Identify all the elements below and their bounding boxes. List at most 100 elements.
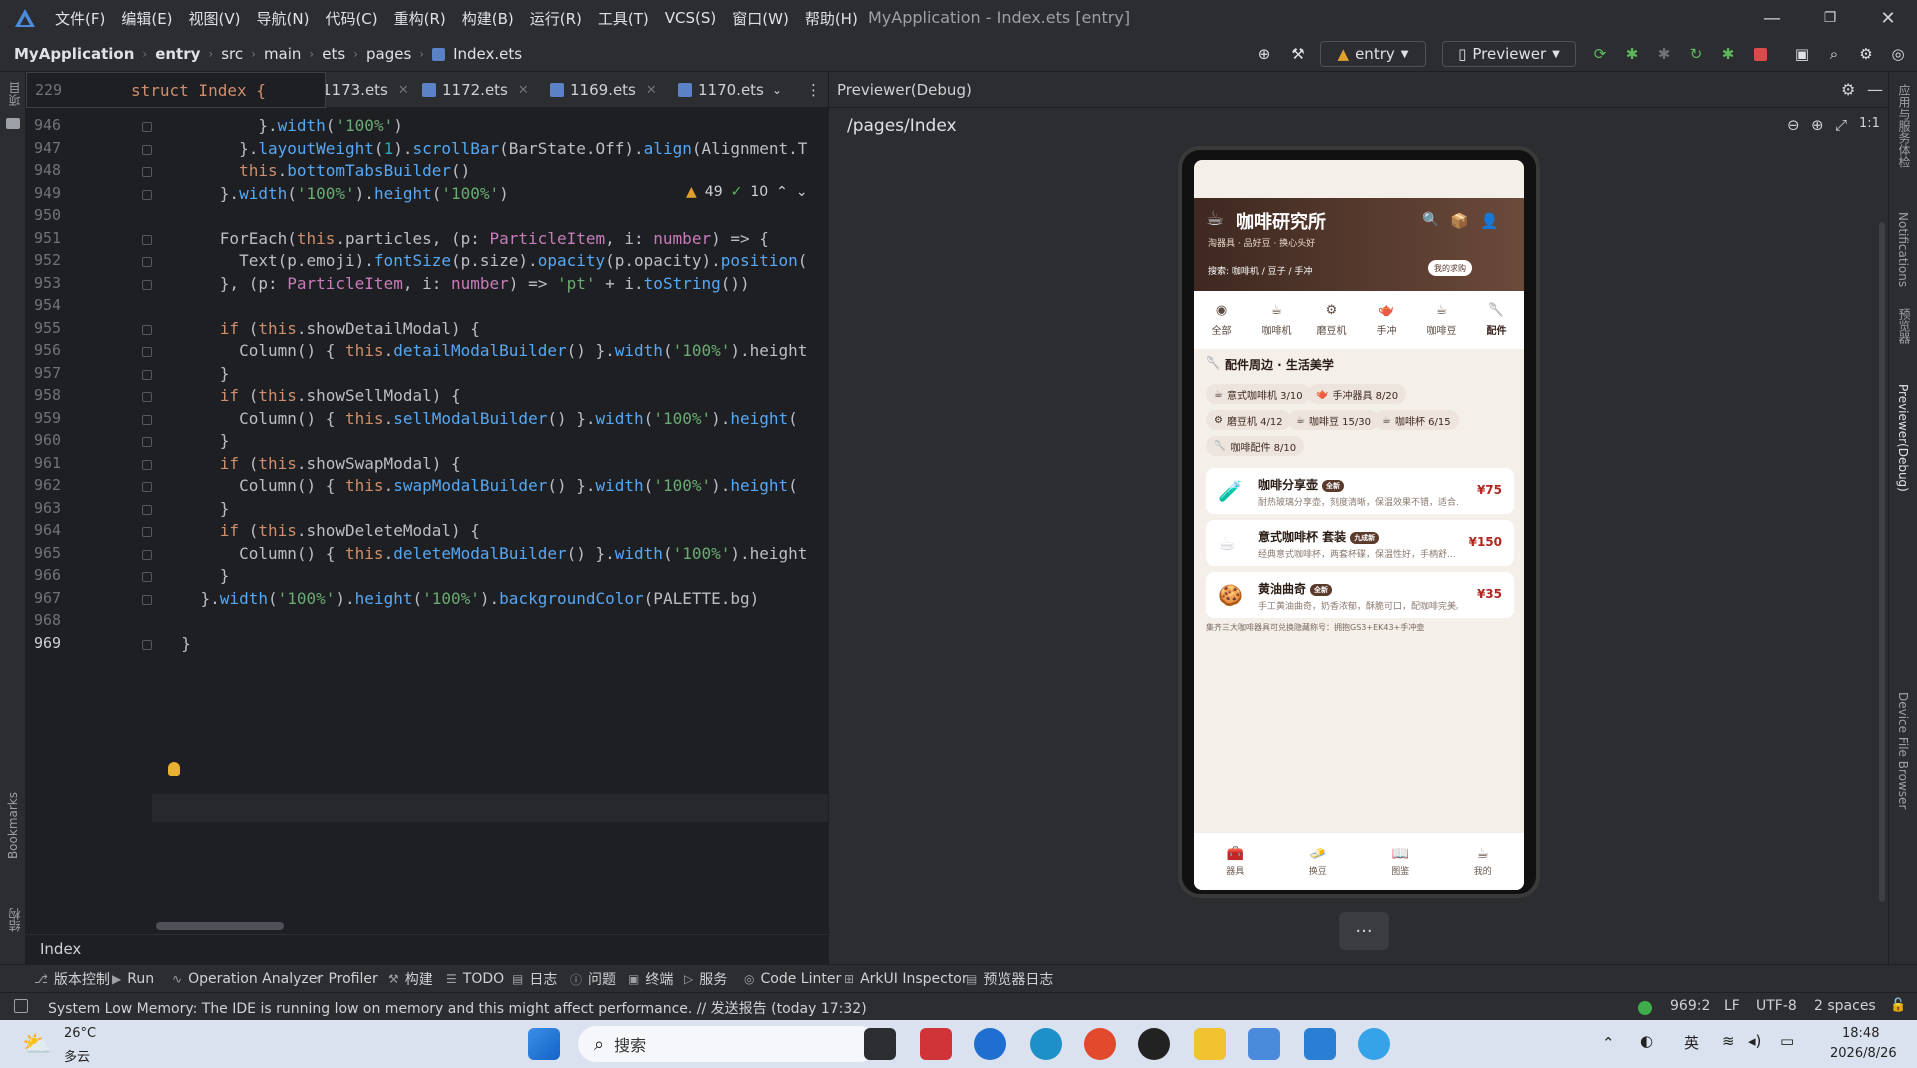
item-card[interactable]: 🧪 咖啡分享壶 全新 耐热玻璃分享壶，刻度清晰，保温效果不错，适合... ¥75: [1206, 468, 1514, 514]
minimize-button[interactable]: —: [1744, 0, 1800, 36]
crumb-file[interactable]: Index.ets: [453, 45, 522, 63]
qq-icon[interactable]: [1138, 1028, 1170, 1060]
search-hint[interactable]: 搜索: 咖啡机 / 豆子 / 手冲: [1208, 264, 1312, 277]
previewer-scrollbar[interactable]: [1879, 222, 1885, 902]
tab-file-2[interactable]: 1172.ets ✕: [422, 72, 529, 108]
filter-chip[interactable]: ⚙ 磨豆机 4/12: [1206, 410, 1291, 430]
start-button[interactable]: [528, 1028, 560, 1060]
fold-marker-icon[interactable]: [142, 234, 152, 245]
notifications-tool-label[interactable]: Notifications: [1896, 212, 1910, 287]
pdf-icon[interactable]: [1084, 1028, 1116, 1060]
app-nav-item[interactable]: 📖 图鉴: [1359, 833, 1442, 890]
lock-icon[interactable]: 🔓: [1890, 998, 1906, 1013]
panel-toggle-icon[interactable]: [14, 999, 28, 1013]
fold-marker-icon[interactable]: [142, 437, 152, 447]
fold-marker-icon[interactable]: [142, 459, 152, 470]
app-nav-item[interactable]: ☕ 我的: [1442, 833, 1525, 890]
profile-icon[interactable]: ✱: [1716, 41, 1740, 67]
structure-tool-label[interactable]: 结构: [6, 908, 23, 932]
caret-position[interactable]: 969:2: [1670, 998, 1710, 1014]
tool-window-button[interactable]: ∿ Operation Analyzer: [172, 965, 323, 993]
tool-window-button[interactable]: ▷ 服务: [684, 965, 727, 993]
weather-temp[interactable]: 26°C: [64, 1026, 96, 1041]
file-encoding[interactable]: UTF-8: [1756, 998, 1797, 1014]
actual-size-icon[interactable]: 1:1: [1859, 116, 1880, 131]
crumb-project[interactable]: MyApplication: [14, 45, 134, 63]
category-tab[interactable]: ☕ 咖啡机: [1249, 291, 1304, 349]
device-file-browser-tool-label[interactable]: Device File Browser: [1896, 692, 1910, 809]
menu-run[interactable]: 运行(R): [530, 8, 582, 29]
device-selector[interactable]: ▯ Previewer ▼: [1442, 41, 1576, 67]
fold-marker-icon[interactable]: [142, 549, 152, 560]
close-tab-icon[interactable]: ✕: [398, 83, 409, 98]
wps-icon[interactable]: [920, 1028, 952, 1060]
attach-debugger-icon[interactable]: ✱: [1652, 41, 1676, 67]
edge-icon[interactable]: [1030, 1028, 1062, 1060]
fold-marker-icon[interactable]: [142, 347, 152, 357]
tool-window-button[interactable]: ◎ Code Linter: [744, 965, 841, 993]
footer-symbol[interactable]: Index: [40, 940, 81, 958]
fold-marker-icon[interactable]: [142, 189, 152, 200]
sticky-scroll-header[interactable]: 229 struct Index {: [26, 72, 326, 108]
menu-view[interactable]: 视图(V): [189, 8, 241, 29]
menu-help[interactable]: 帮助(H): [805, 8, 858, 29]
crumb-ets[interactable]: ets: [322, 45, 345, 63]
category-tab[interactable]: 🥄 配件: [1469, 291, 1524, 349]
stop-button[interactable]: [1748, 41, 1772, 67]
ime-language[interactable]: 英: [1684, 1032, 1699, 1053]
settings-gear-icon[interactable]: ⚙: [1854, 41, 1878, 67]
project-tool-label[interactable]: 项目: [6, 82, 23, 106]
file-explorer-icon[interactable]: [1194, 1028, 1226, 1060]
tool-window-button[interactable]: ▣ 终端: [628, 965, 673, 993]
menu-file[interactable]: 文件(F): [55, 8, 105, 29]
tab-file-3[interactable]: 1169.ets ✕: [550, 72, 657, 108]
device-screen[interactable]: ☕ 咖啡研究所 淘器具 · 品好豆 · 换心头好 🔍 📦 👤 搜索: 咖啡机 /…: [1194, 160, 1524, 890]
filter-chip[interactable]: ☕ 意式咖啡机 3/10: [1206, 384, 1311, 404]
filter-chip[interactable]: ☕ 咖啡杯 6/15: [1374, 410, 1459, 430]
app-nav-item[interactable]: 🧈 换豆: [1277, 833, 1360, 890]
menu-vcs[interactable]: VCS(S): [665, 9, 716, 27]
clock-time[interactable]: 18:48: [1842, 1026, 1879, 1041]
category-tab[interactable]: ◉ 全部: [1194, 291, 1249, 349]
fold-marker-icon[interactable]: [142, 144, 152, 155]
fold-marker-icon[interactable]: [142, 482, 152, 492]
crumb-main[interactable]: main: [264, 45, 301, 63]
lightbulb-icon[interactable]: [168, 762, 180, 776]
chevron-up-icon[interactable]: ⌃: [776, 184, 788, 200]
chevron-down-icon[interactable]: ⌄: [796, 184, 808, 200]
account-icon[interactable]: ◎: [1886, 41, 1910, 67]
fold-marker-icon[interactable]: [142, 122, 152, 132]
crumb-src[interactable]: src: [221, 45, 243, 63]
fold-marker-icon[interactable]: [142, 639, 152, 650]
item-card[interactable]: 🍪 黄油曲奇 全新 手工黄油曲奇，奶香浓郁，酥脆可口，配咖啡完美。 ¥35: [1206, 572, 1514, 618]
fold-marker-icon[interactable]: [142, 414, 152, 425]
tab-file-1[interactable]: 1173.ets ✕: [322, 72, 409, 108]
close-window-button[interactable]: ✕: [1860, 0, 1916, 36]
tool-window-button[interactable]: ⓘ 问题: [570, 965, 616, 993]
fold-marker-icon[interactable]: [142, 279, 152, 290]
line-separator[interactable]: LF: [1724, 998, 1740, 1014]
zoom-in-icon[interactable]: ⊕: [1811, 116, 1824, 134]
menu-code[interactable]: 代码(C): [325, 8, 377, 29]
folder-icon[interactable]: [6, 118, 20, 129]
tab-file-4[interactable]: 1170.ets: [678, 72, 764, 108]
fold-marker-icon[interactable]: [142, 324, 152, 335]
minimize-panel-icon[interactable]: —: [1867, 80, 1883, 99]
fold-marker-icon[interactable]: [142, 257, 152, 267]
fold-marker-icon[interactable]: [142, 392, 152, 402]
browser-icon[interactable]: [1358, 1028, 1390, 1060]
vscode-icon[interactable]: [1304, 1028, 1336, 1060]
fold-marker-icon[interactable]: [142, 504, 152, 515]
wifi-icon[interactable]: ≋: [1722, 1032, 1735, 1050]
apply-changes-icon[interactable]: ↻: [1684, 41, 1708, 67]
chevron-up-icon[interactable]: ⌃: [1602, 1034, 1615, 1052]
task-view-icon[interactable]: [864, 1028, 896, 1060]
crumb-module[interactable]: entry: [155, 45, 200, 63]
user-icon[interactable]: 👤: [1480, 212, 1499, 230]
tool-window-button[interactable]: ▤ 日志: [512, 965, 557, 993]
more-options-button[interactable]: ···: [1339, 912, 1389, 950]
close-tab-icon[interactable]: ✕: [646, 83, 657, 98]
tool-window-button[interactable]: ⊞ ArkUI Inspector: [844, 965, 968, 993]
category-tab[interactable]: ⚙ 磨豆机: [1304, 291, 1359, 349]
wish-button[interactable]: 我的求购: [1428, 260, 1472, 276]
